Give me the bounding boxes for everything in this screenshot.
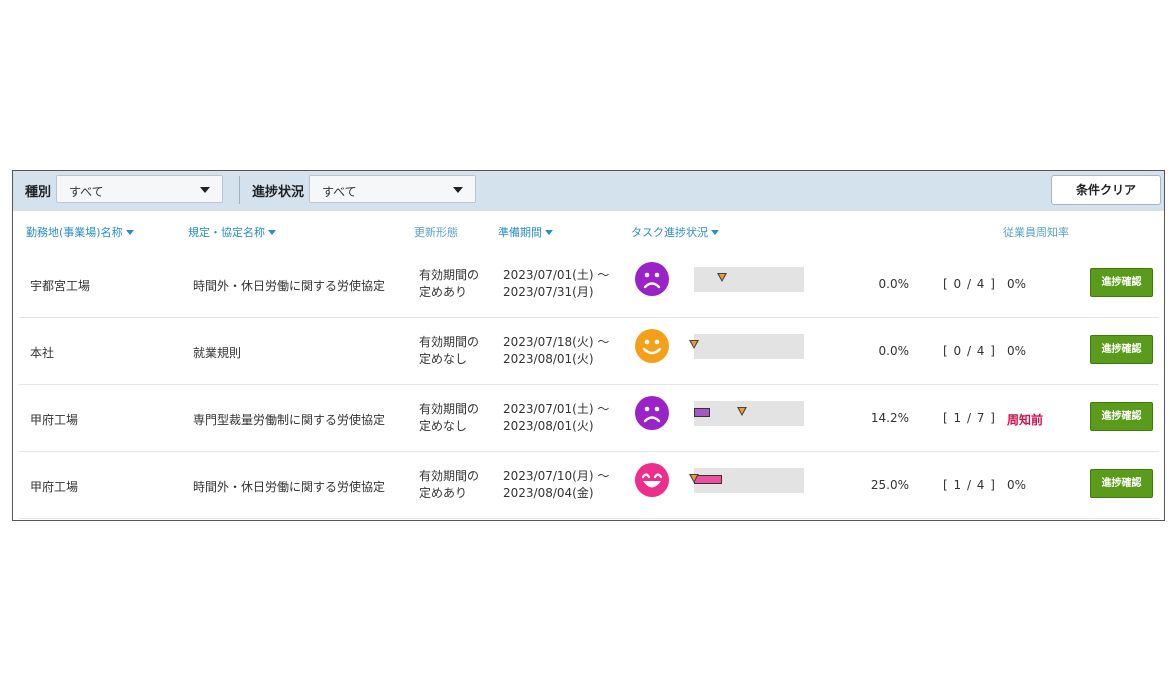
expected-progress-marker-icon [689,340,699,349]
chevron-down-icon [200,187,210,193]
regulation-cell: 時間外・休日労働に関する労使協定 [193,480,386,494]
update-type-cell: 有効期間の 定めなし [419,402,480,433]
clear-filters-button[interactable]: 条件クリア [1051,175,1161,205]
expected-progress-marker-icon [689,474,699,483]
task-count: [ 1 / 4 ] [943,478,996,492]
progress-filter-label: 進捗状況 [252,185,305,200]
progress-filter-select[interactable]: すべて [309,175,476,203]
progress-percent: 25.0% [870,478,909,492]
table-row: 甲府工場 専門型裁量労働制に関する労使協定 有効期間の 定めなし 2023/07/01(… [19,386,1159,452]
sort-caret-icon [268,230,276,235]
row-divider [19,317,1159,318]
type-filter-select[interactable]: すべて [56,175,223,203]
expected-progress-marker-icon [717,273,727,282]
table-row: 本社 就業規則 有効期間の 定めなし 2023/07/18(火) ～ 2023/08/01… [19,319,1159,385]
row-divider [19,518,1159,519]
location-cell: 甲府工場 [30,413,79,427]
sort-caret-icon [545,230,553,235]
header-location[interactable]: 勤務地(事業場)名称 [26,224,134,240]
progress-filter-value: すべて [322,185,357,199]
regulation-cell: 就業規則 [193,346,242,360]
regulation-cell: 専門型裁量労働制に関する労使協定 [193,413,386,427]
regulation-cell: 時間外・休日労働に関する労使協定 [193,279,386,293]
sort-caret-icon [711,230,719,235]
awareness-rate: 0% [1007,478,1027,492]
header-task-progress[interactable]: タスク進捗状況 [631,224,719,240]
task-progress-bar [689,468,804,493]
awareness-rate: 0% [1007,344,1027,358]
expected-progress-marker-icon [737,407,747,416]
type-filter-label: 種別 [25,185,52,200]
header-prep-period[interactable]: 準備期間 [498,224,553,240]
header-regulation[interactable]: 規定・協定名称 [188,224,276,240]
task-progress-bar [694,401,804,426]
awareness-rate: 周知前 [1007,413,1044,427]
prep-period-cell: 2023/07/18(火) ～ 2023/08/01(火) [503,335,610,366]
table-row: 宇都宮工場 時間外・休日労働に関する労使協定 有効期間の 定めあり 2023/07/01… [19,252,1159,318]
type-filter-value: すべて [69,185,104,199]
check-progress-button[interactable]: 進捗確認 [1090,335,1153,364]
task-count: [ 0 / 4 ] [943,344,996,358]
check-progress-button[interactable]: 進捗確認 [1090,402,1153,431]
update-type-cell: 有効期間の 定めなし [419,335,480,366]
smile-face-icon [635,329,669,363]
header-awareness: 従業員周知率 [1003,226,1069,239]
task-progress-bar [689,334,804,359]
progress-percent: 14.2% [870,411,909,425]
task-count: [ 1 / 7 ] [943,411,996,425]
location-cell: 宇都宮工場 [30,279,91,293]
check-progress-button[interactable]: 進捗確認 [1090,268,1153,297]
task-progress-bar [694,267,804,292]
location-cell: 甲府工場 [30,480,79,494]
awareness-rate: 0% [1007,277,1027,291]
update-type-cell: 有効期間の 定めあり [419,469,480,500]
header-update-type: 更新形態 [414,226,458,239]
table-row: 甲府工場 時間外・休日労働に関する労使協定 有効期間の 定めあり 2023/07/10(… [19,453,1159,519]
progress-percent: 0.0% [878,344,910,358]
progress-fill [694,408,710,417]
update-type-cell: 有効期間の 定めあり [419,268,480,299]
task-count: [ 0 / 4 ] [943,277,996,291]
sad-face-icon [635,396,669,430]
prep-period-cell: 2023/07/01(土) ～ 2023/07/31(月) [503,268,610,299]
sad-face-icon [635,262,669,296]
progress-percent: 0.0% [878,277,910,291]
filter-divider [239,176,240,204]
row-divider [19,451,1159,452]
laughing-face-icon [635,463,669,497]
location-cell: 本社 [30,346,55,360]
check-progress-button[interactable]: 進捗確認 [1090,469,1153,498]
chevron-down-icon [453,187,463,193]
sort-caret-icon [125,230,134,235]
filter-bar: 種別 すべて 進捗状況 すべて 条件クリア [13,171,1164,211]
agreement-list-panel: 種別 すべて 進捗状況 すべて 条件クリア 勤務地(事業場)名称 規定・協定名称… [12,170,1165,521]
row-divider [19,384,1159,385]
prep-period-cell: 2023/07/10(月) ～ 2023/08/04(金) [503,469,610,500]
prep-period-cell: 2023/07/01(土) ～ 2023/08/01(火) [503,402,610,433]
